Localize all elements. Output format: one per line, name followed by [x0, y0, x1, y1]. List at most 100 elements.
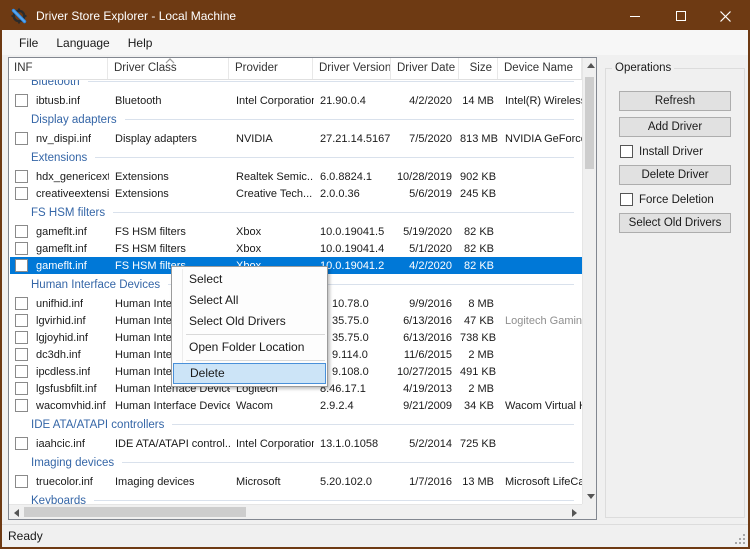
- caption-buttons: [613, 2, 748, 30]
- row-checkbox[interactable]: [15, 348, 28, 361]
- scroll-down-icon[interactable]: [587, 494, 595, 499]
- context-menu-item-open-folder-location[interactable]: Open Folder Location: [172, 337, 327, 358]
- group-header-line: [94, 500, 574, 501]
- context-menu-item-select[interactable]: Select: [172, 269, 327, 290]
- row-checkbox[interactable]: [15, 242, 28, 255]
- row-checkbox[interactable]: [15, 187, 28, 200]
- cell-size: 13 MB: [460, 476, 499, 488]
- install-driver-label: Install Driver: [639, 146, 703, 158]
- app-wrench-gear-icon: [11, 8, 27, 24]
- row-checkbox[interactable]: [15, 382, 28, 395]
- row-checkbox[interactable]: [15, 314, 28, 327]
- titlebar: Driver Store Explorer - Local Machine: [2, 2, 748, 30]
- column-header-driver-class[interactable]: Driver Class: [108, 58, 229, 79]
- cell-driver-class: Extensions: [109, 188, 230, 200]
- table-row[interactable]: truecolor.infImaging devicesMicrosoft5.2…: [10, 473, 582, 490]
- refresh-button[interactable]: Refresh: [619, 91, 731, 111]
- maximize-icon[interactable]: [658, 2, 703, 30]
- cell-size: 82 KB: [460, 260, 499, 272]
- force-deletion-label: Force Deletion: [639, 194, 714, 206]
- cell-inf: wacomvhid.inf: [10, 399, 109, 412]
- column-header-provider[interactable]: Provider: [229, 58, 313, 79]
- row-checkbox[interactable]: [15, 399, 28, 412]
- cell-driver-version: 27.21.14.5167: [314, 133, 392, 145]
- add-driver-button[interactable]: Add Driver: [619, 117, 731, 137]
- force-deletion-checkbox[interactable]: Force Deletion: [620, 193, 714, 206]
- inf-filename: unifhid.inf: [36, 298, 83, 310]
- cell-device-name: Microsoft LifeCam: [499, 476, 582, 488]
- row-checkbox[interactable]: [15, 297, 28, 310]
- row-checkbox[interactable]: [15, 94, 28, 107]
- cell-size: 2 MB: [460, 383, 499, 395]
- group-header-line: [113, 212, 574, 213]
- menubar-item-file[interactable]: File: [10, 32, 47, 54]
- install-driver-checkbox[interactable]: Install Driver: [620, 145, 703, 158]
- inf-filename: dc3dh.inf: [36, 349, 81, 361]
- table-row[interactable]: ibtusb.infBluetoothIntel Corporation21.9…: [10, 92, 582, 109]
- row-checkbox[interactable]: [15, 170, 28, 183]
- row-checkbox[interactable]: [15, 225, 28, 238]
- cell-driver-class: Display adapters: [109, 133, 230, 145]
- row-checkbox[interactable]: [15, 365, 28, 378]
- checkbox-box[interactable]: [620, 145, 633, 158]
- menubar-item-language[interactable]: Language: [47, 32, 118, 54]
- column-header-driver-version[interactable]: Driver Version: [313, 58, 391, 79]
- context-menu-item-select-all[interactable]: Select All: [172, 290, 327, 311]
- row-checkbox[interactable]: [15, 437, 28, 450]
- cell-driver-date: 11/6/2015: [392, 349, 460, 361]
- table-row[interactable]: wacomvhid.infHuman Interface DevicesWaco…: [10, 397, 582, 414]
- vertical-scrollbar[interactable]: [582, 58, 596, 504]
- cell-driver-class: Imaging devices: [109, 476, 230, 488]
- group-header: IDE ATA/ATAPI controllers: [10, 414, 582, 435]
- context-menu-item-delete[interactable]: Delete: [173, 363, 326, 384]
- group-header: Keyboards: [10, 490, 582, 504]
- row-checkbox[interactable]: [15, 132, 28, 145]
- cell-driver-date: 6/13/2016: [392, 315, 460, 327]
- table-row[interactable]: nv_dispi.infDisplay adaptersNVIDIA27.21.…: [10, 130, 582, 147]
- group-header-label: Display adapters: [31, 114, 117, 126]
- context-menu: SelectSelect AllSelect Old Drivers Open F…: [171, 266, 328, 387]
- table-row[interactable]: hdx_genericext_...ExtensionsRealtek Semi…: [10, 168, 582, 185]
- row-checkbox[interactable]: [15, 331, 28, 344]
- context-menu-item-select-old-drivers[interactable]: Select Old Drivers: [172, 311, 327, 332]
- resize-grip-icon[interactable]: [735, 534, 745, 544]
- cell-inf: nv_dispi.inf: [10, 132, 109, 145]
- cell-size: 8 MB: [460, 298, 499, 310]
- cell-driver-date: 5/6/2019: [392, 188, 460, 200]
- delete-driver-button[interactable]: Delete Driver: [619, 165, 731, 185]
- row-checkbox[interactable]: [15, 259, 28, 272]
- checkbox-box[interactable]: [620, 193, 633, 206]
- column-header-device-name[interactable]: Device Name: [498, 58, 582, 79]
- column-header-size[interactable]: Size: [459, 58, 498, 79]
- group-header-line: [172, 424, 574, 425]
- scroll-up-icon[interactable]: [587, 63, 595, 68]
- column-header-driver-date[interactable]: Driver Date: [391, 58, 459, 79]
- menubar-item-help[interactable]: Help: [119, 32, 162, 54]
- cell-driver-date: 5/1/2020: [392, 243, 460, 255]
- scroll-right-icon[interactable]: [572, 509, 577, 517]
- cell-device-name: Intel(R) Wireless B: [499, 95, 582, 107]
- row-checkbox[interactable]: [15, 475, 28, 488]
- cell-size: 47 KB: [460, 315, 499, 327]
- cell-driver-date: 9/21/2009: [392, 400, 460, 412]
- minimize-icon[interactable]: [613, 2, 658, 30]
- cell-inf: ipcdless.inf: [10, 365, 109, 378]
- table-row[interactable]: iaahcic.infIDE ATA/ATAPI control...Intel…: [10, 435, 582, 452]
- cell-device-name: Logitech Gaming: [499, 315, 582, 327]
- table-row[interactable]: gameflt.infFS HSM filtersXbox10.0.19041.…: [10, 240, 582, 257]
- horizontal-scroll-thumb[interactable]: [24, 507, 246, 517]
- horizontal-scrollbar[interactable]: [9, 504, 582, 519]
- table-row[interactable]: gameflt.infFS HSM filtersXbox10.0.19041.…: [10, 223, 582, 240]
- cell-provider: Creative Tech...: [230, 188, 314, 200]
- vertical-scroll-thumb[interactable]: [585, 77, 594, 169]
- select-old-drivers-button[interactable]: Select Old Drivers: [619, 213, 731, 233]
- cell-provider: Intel Corporation: [230, 95, 314, 107]
- table-row[interactable]: creativeextensio...ExtensionsCreative Te…: [10, 185, 582, 202]
- column-header-inf[interactable]: INF: [9, 58, 108, 79]
- scroll-left-icon[interactable]: [14, 509, 19, 517]
- cell-size: 813 MB: [460, 133, 499, 145]
- cell-driver-date: 5/2/2014: [392, 438, 460, 450]
- group-header-label: Human Interface Devices: [31, 279, 160, 291]
- cell-size: 491 KB: [460, 366, 499, 378]
- close-icon[interactable]: [703, 2, 748, 30]
